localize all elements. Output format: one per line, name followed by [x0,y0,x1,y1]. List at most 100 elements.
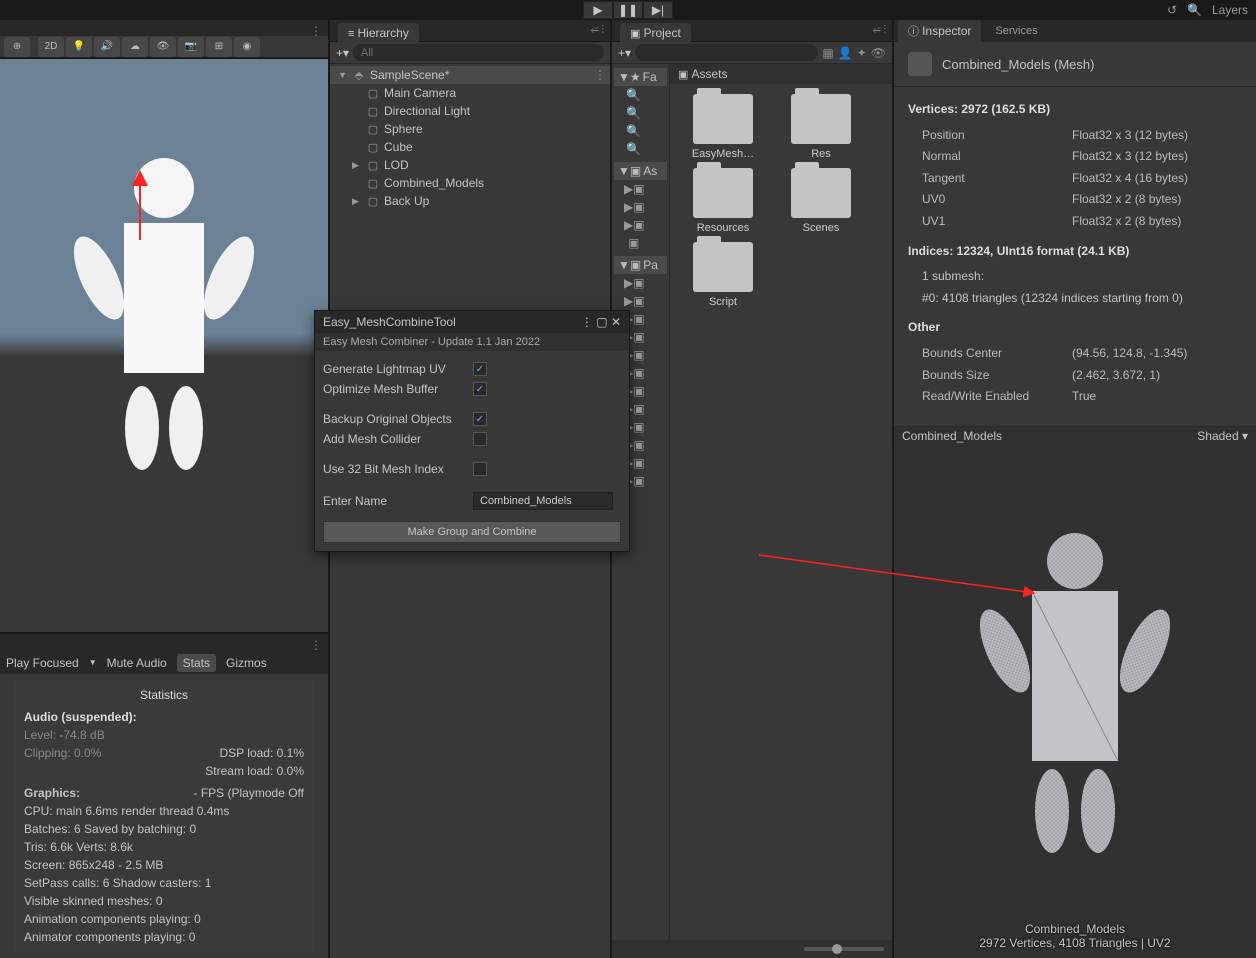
top-toolbar: ▶ ❚❚ ▶| ↺ 🔍 Layers [0,0,1256,20]
checkbox-collider[interactable] [473,432,487,446]
kebab-icon[interactable]: ⋮ [581,315,593,329]
submesh-detail: #0: 4108 triangles (12324 indices starti… [908,288,1242,310]
checkbox-lightmap[interactable]: ✓ [473,362,487,376]
other-value: True [1072,386,1096,408]
stats-anim2: Animator components playing: 0 [24,928,304,946]
folder-icon [693,168,753,218]
preview-mode-dropdown[interactable]: Shaded ▾ [1197,429,1248,443]
zoom-slider[interactable] [804,947,884,951]
tool-fx[interactable]: ☁ [122,37,148,57]
stats-clipping: Clipping: 0.0% [24,744,101,762]
attr-value: Float32 x 2 (8 bytes) [1072,211,1181,233]
breadcrumb[interactable]: ▣ Assets [670,64,892,84]
make-group-button[interactable]: Make Group and Combine [323,521,621,543]
attr-value: Float32 x 2 (8 bytes) [1072,189,1181,211]
scene-toolbar: ⊕ 2D 💡 🔊 ☁ 👁 📷 ⊞ ◉ [0,36,328,59]
folder-icon [791,94,851,144]
pause-button[interactable]: ❚❚ [613,1,643,19]
project-grid[interactable]: ▣ Assets EasyMesh… Res Resources Scenes … [670,64,892,940]
stats-title: Statistics [24,686,304,704]
tool-2d[interactable]: 2D [38,37,64,57]
tool-audio[interactable]: 🔊 [94,37,120,57]
stats-graphics-header: Graphics: [24,784,80,802]
gameobject-icon: ▢ [366,176,380,190]
gameobject-icon: ▢ [366,122,380,136]
stats-dsp: DSP load: 0.1% [220,744,305,762]
hierarchy-search[interactable] [353,44,604,61]
mesh-icon [908,52,932,76]
history-icon[interactable]: ↺ [1167,3,1177,17]
dock-icons[interactable]: ⭁ ⋮ [591,25,604,36]
play-button[interactable]: ▶ [583,1,613,19]
play-focused-dropdown[interactable]: Play Focused [6,656,79,670]
tree-item[interactable]: ▢Cube [330,138,610,156]
tree-item[interactable]: ▶▢LOD [330,156,610,174]
scene-root[interactable]: ▼⬘SampleScene*⋮ [330,66,610,84]
search-icon[interactable]: 🔍 [1187,3,1202,17]
opt-label: Use 32 Bit Mesh Index [323,462,473,476]
tree-item[interactable]: ▢Directional Light [330,102,610,120]
tool-camera[interactable]: 📷 [178,37,204,57]
kebab-icon[interactable]: ⋮ [310,638,322,652]
folder-item[interactable]: Resources [678,168,768,234]
scene-view[interactable] [0,58,328,632]
filter-icon[interactable]: 👤 [838,46,853,60]
mesh-combine-tool-window[interactable]: Easy_MeshCombineTool ⋮ ▢ ✕ Easy Mesh Com… [314,310,630,552]
attr-key: Position [922,125,1072,147]
checkbox-optimize[interactable]: ✓ [473,382,487,396]
project-tab[interactable]: ▣ Project [620,23,691,43]
name-input[interactable] [473,492,613,510]
kebab-icon[interactable]: ⋮ [310,24,322,38]
add-button[interactable]: +▾ [336,46,349,60]
tree-item[interactable]: ▢Sphere [330,120,610,138]
stats-setpass: SetPass calls: 6 Shadow casters: 1 [24,874,304,892]
folder-item[interactable]: Res [776,94,866,160]
tool-more[interactable]: ◉ [234,37,260,57]
stats-audio-header: Audio (suspended): [24,708,304,726]
folder-item[interactable]: Scenes [776,168,866,234]
opt-label: Generate Lightmap UV [323,362,473,376]
inspector-body: Vertices: 2972 (162.5 KB) PositionFloat3… [894,87,1256,416]
filter-icon[interactable]: 👁 [871,46,886,60]
tree-item[interactable]: ▶▢Back Up [330,192,610,210]
tree-item-combined[interactable]: ▢Combined_Models [330,174,610,192]
stats-overlay: Statistics Audio (suspended): Level: -74… [14,680,314,952]
preview-canvas[interactable]: Combined_Models 2972 Vertices, 4108 Tria… [894,445,1256,958]
mute-audio-toggle[interactable]: Mute Audio [107,656,167,670]
asset-name: Combined_Models (Mesh) [942,57,1094,72]
preview-footer-stats: 2972 Vertices, 4108 Triangles | UV2 [894,936,1256,950]
other-value: (2.462, 3.672, 1) [1072,365,1160,387]
tool-window-title: Easy_MeshCombineTool [323,315,456,329]
folder-item[interactable]: EasyMesh… [678,94,768,160]
opt-label: Enter Name [323,494,473,508]
tool-pivot[interactable]: ⊕ [4,37,30,57]
services-tab[interactable]: Services [985,21,1047,41]
attr-value: Float32 x 4 (16 bytes) [1072,168,1188,190]
maximize-icon[interactable]: ▢ [596,315,607,329]
layers-dropdown[interactable]: Layers [1212,3,1248,17]
hierarchy-tab[interactable]: ≡ Hierarchy [338,23,419,43]
step-button[interactable]: ▶| [643,1,673,19]
checkbox-backup[interactable]: ✓ [473,412,487,426]
gizmos-toggle[interactable]: Gizmos [226,656,267,670]
game-panel: ⋮ Play Focused▼ Mute Audio Stats Gizmos … [0,632,328,958]
inspector-tab[interactable]: ⓘ Inspector [898,19,981,43]
filter-icon[interactable]: ✦ [857,46,867,60]
tool-gizmo[interactable]: ⊞ [206,37,232,57]
filter-icon[interactable]: ▦ [822,46,833,60]
tool-hidden[interactable]: 👁 [150,37,176,57]
dock-icons[interactable]: ⭁ ⋮ [873,25,886,36]
stats-level: Level: -74.8 dB [24,726,105,744]
tree-item[interactable]: ▢Main Camera [330,84,610,102]
opt-label: Add Mesh Collider [323,432,473,446]
add-button[interactable]: +▾ [618,46,631,60]
tool-light[interactable]: 💡 [66,37,92,57]
folder-item[interactable]: Script [678,242,768,308]
close-icon[interactable]: ✕ [611,315,621,329]
other-key: Bounds Center [922,343,1072,365]
project-search[interactable] [635,44,818,61]
folder-icon [791,168,851,218]
checkbox-use32[interactable] [473,462,487,476]
stats-toggle[interactable]: Stats [177,654,216,672]
folder-icon [693,242,753,292]
